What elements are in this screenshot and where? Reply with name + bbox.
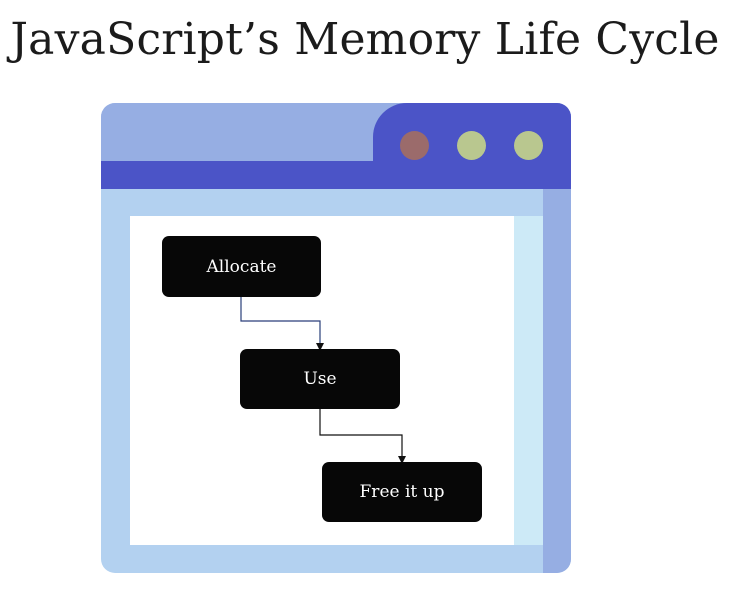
node-free-it-up: Free it up bbox=[322, 462, 482, 522]
window-scrollbar-rail bbox=[543, 189, 571, 573]
node-allocate: Allocate bbox=[162, 236, 321, 297]
diagram-title: JavaScript’s Memory Life Cycle bbox=[10, 14, 720, 65]
node-use: Use bbox=[240, 349, 400, 409]
window-minimize-dot-icon bbox=[457, 131, 486, 160]
window-maximize-dot-icon bbox=[514, 131, 543, 160]
window-close-dot-icon bbox=[400, 131, 429, 160]
window-content-edge bbox=[514, 216, 543, 545]
